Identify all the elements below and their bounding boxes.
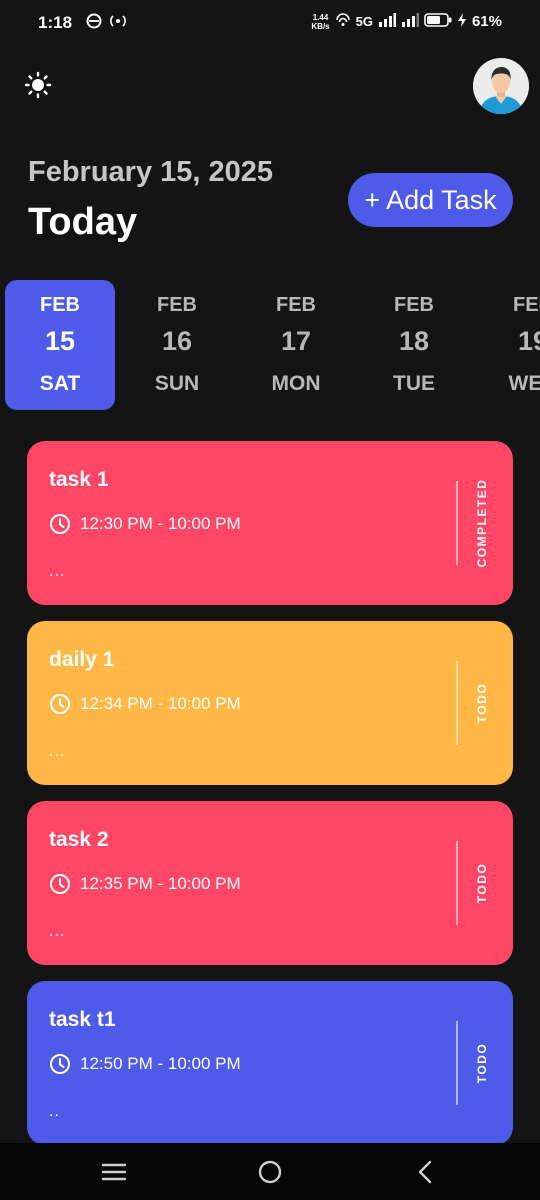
net-speed: 1.44 KB/s: [311, 12, 330, 31]
task-note: ..: [49, 1103, 60, 1120]
task-card[interactable]: task 1 12:30 PM - 10:00 PM ... COMPLETED: [27, 441, 513, 605]
task-status: COMPLETED: [475, 478, 489, 568]
task-divider: [456, 481, 458, 565]
signal-icon: [378, 13, 396, 30]
date-picker-strip[interactable]: FEB 15 SAT FEB 16 SUN FEB 17 MON FEB 18 …: [0, 280, 540, 410]
signal-icon-2: [401, 13, 419, 30]
profile-avatar[interactable]: [473, 58, 529, 114]
task-title: task t1: [49, 1008, 116, 1031]
clock-icon: [49, 693, 71, 715]
page-title: Today: [28, 201, 138, 243]
task-time-row: 12:30 PM - 10:00 PM: [49, 513, 241, 535]
task-card[interactable]: task t1 12:50 PM - 10:00 PM .. TODO: [27, 981, 513, 1145]
date-item-feb-17[interactable]: FEB 17 MON: [241, 280, 351, 410]
task-title: task 2: [49, 828, 109, 851]
task-time-row: 12:35 PM - 10:00 PM: [49, 873, 241, 895]
battery-percent: 61%: [471, 13, 502, 30]
add-task-button[interactable]: + Add Task: [348, 173, 513, 227]
app-screen: 1:18 1.44 KB/s 5G 61% February 15, 2025 …: [0, 0, 540, 1200]
system-nav-bar: [0, 1143, 540, 1200]
clock-icon: [49, 513, 71, 535]
clock-icon: [49, 873, 71, 895]
task-card[interactable]: daily 1 12:34 PM - 10:00 PM ... TODO: [27, 621, 513, 785]
clock-icon: [49, 1053, 71, 1075]
task-divider: [456, 841, 458, 925]
task-status: TODO: [475, 1042, 489, 1084]
status-bar: 1:18 1.44 KB/s 5G 61%: [0, 0, 540, 46]
status-right-group: 1.44 KB/s 5G 61%: [311, 12, 502, 31]
circle-home-icon[interactable]: [235, 1143, 305, 1200]
menu-lines-icon[interactable]: [79, 1143, 149, 1200]
hotspot-icon: [108, 13, 128, 34]
chevron-left-icon[interactable]: [390, 1143, 460, 1200]
notification-app-icon: [86, 13, 102, 34]
task-title: daily 1: [49, 648, 115, 671]
task-note: ...: [49, 563, 66, 580]
date-item-feb-19[interactable]: FEB 19 WED: [478, 280, 540, 410]
task-time-row: 12:34 PM - 10:00 PM: [49, 693, 241, 715]
task-status: TODO: [475, 682, 489, 724]
date-item-feb-15[interactable]: FEB 15 SAT: [5, 280, 115, 410]
task-card[interactable]: task 2 12:35 PM - 10:00 PM ... TODO: [27, 801, 513, 965]
wifi-calling-icon: [335, 12, 351, 31]
task-title: task 1: [49, 468, 109, 491]
date-item-feb-16[interactable]: FEB 16 SUN: [122, 280, 232, 410]
task-divider: [456, 1021, 458, 1105]
charging-icon: [457, 13, 467, 30]
task-status: TODO: [475, 862, 489, 904]
task-time: 12:35 PM - 10:00 PM: [80, 874, 241, 893]
task-note: ...: [49, 923, 66, 940]
task-time: 12:30 PM - 10:00 PM: [80, 514, 241, 533]
network-type: 5G: [355, 14, 373, 29]
task-time-row: 12:50 PM - 10:00 PM: [49, 1053, 241, 1075]
task-divider: [456, 661, 458, 745]
task-time: 12:50 PM - 10:00 PM: [80, 1054, 241, 1073]
status-time: 1:18: [38, 13, 73, 32]
task-note: ...: [49, 743, 66, 760]
task-time: 12:34 PM - 10:00 PM: [80, 694, 241, 713]
current-date: February 15, 2025: [28, 156, 274, 188]
battery-icon: [424, 13, 452, 30]
date-item-feb-18[interactable]: FEB 18 TUE: [359, 280, 469, 410]
sun-icon[interactable]: [24, 71, 52, 99]
